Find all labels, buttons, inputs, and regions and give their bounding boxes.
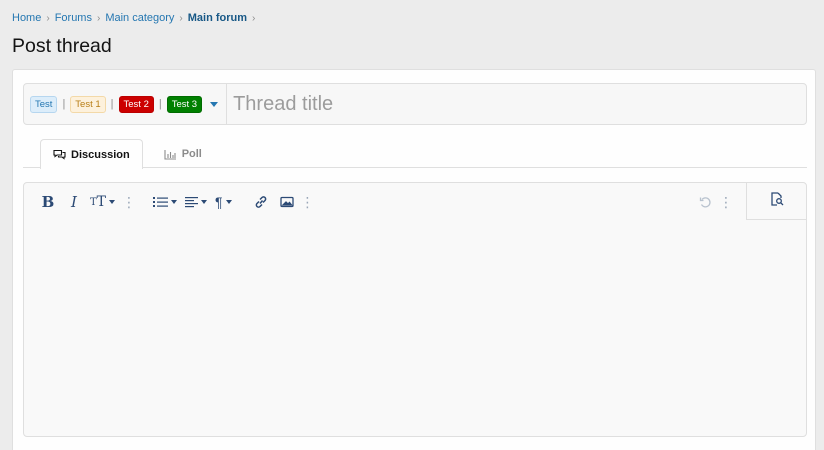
- align-icon[interactable]: [185, 183, 208, 221]
- thread-title-input[interactable]: [227, 84, 806, 124]
- thread-type-tabs: Discussion Poll: [23, 139, 807, 169]
- image-icon[interactable]: [279, 183, 294, 221]
- breadcrumb-main-category-link[interactable]: Main category: [105, 12, 174, 24]
- bold-icon[interactable]: B: [38, 183, 58, 221]
- tab-discussion-label: Discussion: [71, 148, 130, 161]
- breadcrumb-separator: ›: [46, 12, 50, 24]
- tab-poll[interactable]: Poll: [151, 139, 215, 168]
- prefix-separator: |: [110, 98, 114, 110]
- bar-chart-icon: [164, 149, 177, 160]
- prefix-label-test-1[interactable]: Test 1: [70, 95, 106, 113]
- list-icon[interactable]: [153, 183, 178, 221]
- comments-icon: [53, 149, 66, 160]
- italic-icon[interactable]: I: [64, 183, 84, 221]
- breadcrumb-home-link[interactable]: Home: [12, 12, 41, 24]
- breadcrumb-separator: ›: [179, 12, 183, 24]
- tab-poll-label: Poll: [181, 148, 202, 160]
- more-text-icon[interactable]: ⋮: [121, 183, 137, 221]
- more-insert-icon[interactable]: ⋮: [300, 183, 316, 221]
- editor-content-area[interactable]: [24, 221, 806, 435]
- breadcrumb: Home › Forums › Main category › Main for…: [12, 12, 260, 24]
- font-size-icon[interactable]: TT: [90, 183, 116, 221]
- link-icon[interactable]: [254, 183, 268, 221]
- breadcrumb-main-forum-link[interactable]: Main forum: [188, 12, 247, 24]
- undo-icon[interactable]: [699, 183, 712, 221]
- preview-button[interactable]: [746, 183, 806, 220]
- breadcrumb-separator: ›: [96, 12, 101, 24]
- prefix-label-test-3[interactable]: Test 3: [166, 95, 203, 113]
- post-thread-form: Test | Test 1 | Test 2 | Test 3 Discussi…: [12, 69, 816, 450]
- breadcrumb-forums-link[interactable]: Forums: [55, 12, 92, 24]
- paragraph-icon[interactable]: ¶: [215, 183, 232, 221]
- preview-icon: [770, 191, 784, 211]
- prefix-label-test-2[interactable]: Test 2: [118, 95, 154, 113]
- thread-title-row: Test | Test 1 | Test 2 | Test 3: [23, 83, 807, 125]
- message-editor[interactable]: B I TT ⋮ ¶ ⋮ ⋮: [23, 182, 807, 437]
- chevron-down-icon[interactable]: [210, 101, 219, 107]
- prefix-label-test[interactable]: Test: [30, 95, 58, 113]
- prefix-separator: |: [158, 98, 162, 110]
- editor-toolbar: B I TT ⋮ ¶ ⋮ ⋮: [24, 183, 806, 221]
- breadcrumb-separator: ›: [252, 12, 256, 24]
- prefix-selector[interactable]: Test | Test 1 | Test 2 | Test 3: [24, 84, 228, 124]
- page-title: Post thread: [12, 35, 112, 57]
- tab-discussion[interactable]: Discussion: [40, 139, 143, 169]
- prefix-separator: |: [62, 98, 66, 110]
- more-actions-icon[interactable]: ⋮: [718, 183, 734, 221]
